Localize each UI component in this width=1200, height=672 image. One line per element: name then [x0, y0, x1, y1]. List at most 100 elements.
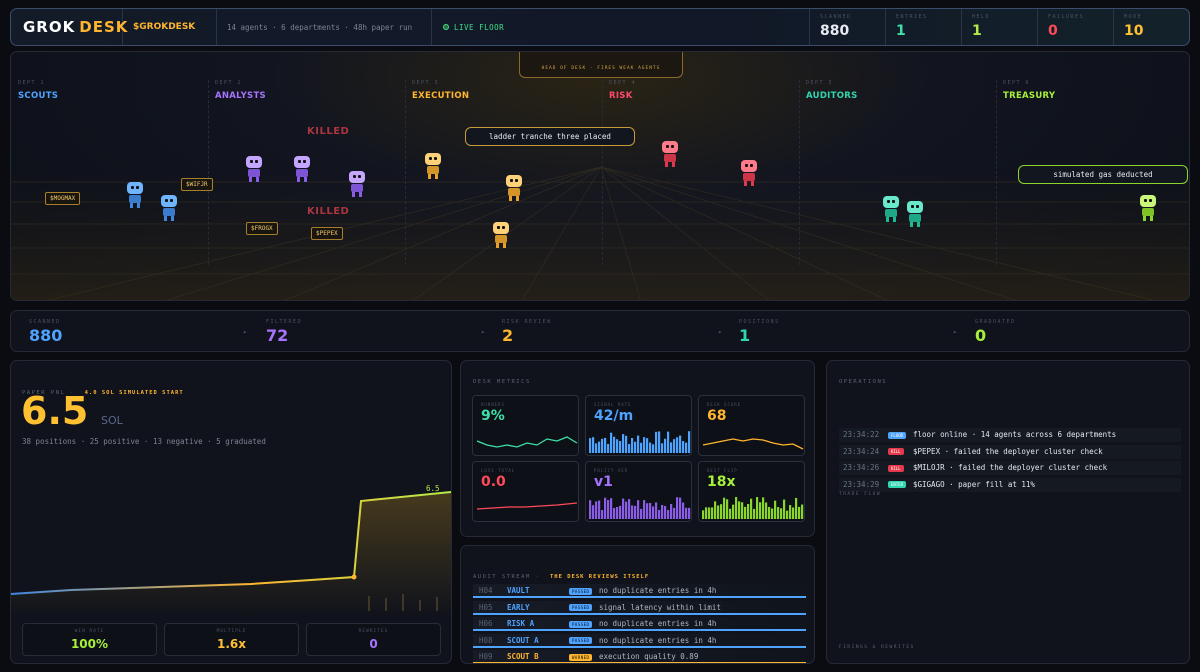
agent-analyst-3[interactable]: [347, 171, 367, 197]
sparkline-bar: [598, 441, 601, 453]
sparkline-bar: [664, 505, 667, 519]
operation-row[interactable]: 23:34:26 KILL $MILOJR · failed the deploye…: [839, 461, 1181, 475]
operation-row[interactable]: 23:34:29 ENTER $GIGAGO · paper fill at 11%: [839, 477, 1181, 492]
agent-risk-2[interactable]: [739, 160, 759, 186]
sparkline-bar: [729, 508, 732, 519]
live-status: LIVE FLOOR: [432, 9, 632, 45]
sparkline-bar: [768, 506, 771, 519]
stat-multiple: MULTIPLE 1.6x: [164, 623, 299, 656]
sparkline-bar: [750, 498, 753, 519]
brand-logo: GROK DESK: [11, 9, 127, 45]
audit-row[interactable]: H09 SCOUT B WARNED execution quality 0.89: [473, 650, 806, 663]
agent-risk-1[interactable]: [660, 141, 680, 167]
sparkline-bar: [732, 504, 735, 519]
sparkline-bar: [604, 437, 607, 453]
agent-scout-1[interactable]: [125, 182, 145, 208]
sparkline-bar: [664, 438, 667, 453]
sparkline-bar: [658, 431, 661, 453]
token-tag[interactable]: $MOGMAX: [45, 192, 81, 205]
agent-execution-2[interactable]: [504, 175, 524, 201]
sparkline-bar: [708, 507, 711, 519]
dept-treasury: DEPT 6 TREASURY: [1003, 80, 1056, 101]
pipeline-strip: SCANNED 880 ▸ FILTERED 72 ▸ RISK REVIEW 2 ▸…: [10, 310, 1190, 352]
stage-positions: POSITIONS 1: [739, 319, 780, 345]
sparkline-bar: [595, 501, 598, 519]
sparkline-bar: [652, 444, 655, 453]
audit-agent: EARLY: [507, 602, 530, 612]
audit-id: H05: [479, 602, 493, 612]
audit-text: execution quality 0.89: [599, 652, 699, 661]
dept-auditors: DEPT 5 AUDITORS: [806, 80, 858, 101]
sparkline-bar: [655, 431, 658, 453]
audit-text: no duplicate entries in 4h: [599, 619, 717, 628]
sparkline-bar: [643, 500, 646, 519]
agent-auditor-1[interactable]: [881, 196, 901, 222]
metric-desk-score: DESK SCORE 68: [698, 395, 805, 456]
sparkline-bar: [643, 437, 646, 453]
sparkline-bar: [738, 501, 741, 519]
sparkline-bar: [786, 510, 789, 519]
agent-auditor-2[interactable]: [905, 201, 925, 227]
audit-status-badge: PASSED: [569, 637, 593, 644]
audit-row[interactable]: H05 EARLY PASSED signal latency within limi…: [473, 600, 806, 615]
token-ticker: $GROKDESK: [133, 22, 196, 32]
token-tag[interactable]: $WIFJR: [181, 178, 213, 191]
sparkline-bar: [613, 508, 616, 519]
sparkline-bar: [625, 501, 628, 519]
audit-row[interactable]: H06 RISK A PASSED no duplicate entries in 4…: [473, 617, 806, 631]
trading-floor: HEAD OF DESK · FIRES WEAK AGENTS DEPT 1S…: [10, 51, 1190, 301]
audit-row[interactable]: H08 SCOUT A PASSED no duplicate entries in …: [473, 633, 806, 648]
sparkline-bar: [661, 504, 664, 519]
sparkline-bar: [747, 504, 750, 519]
sparkline-bar: [682, 502, 685, 519]
sparkline-bar: [667, 431, 670, 453]
operation-text: $MILOJR · failed the deployer cluster ch…: [913, 463, 1108, 472]
agent-execution-3[interactable]: [491, 222, 511, 248]
pnl-end-label: 6.5: [426, 484, 440, 493]
kpi-entries: ENTRIES 1: [885, 9, 961, 45]
audit-stream-panel: AUDIT STREAM · THE DESK REVIEWS ITSELF H…: [460, 545, 815, 664]
sparkline-bar: [670, 442, 673, 453]
agent-scout-2[interactable]: [159, 195, 179, 221]
sparkline-bar: [789, 505, 792, 519]
agent-execution-1[interactable]: [423, 153, 443, 179]
sparkline-bar: [685, 507, 688, 519]
agent-analyst-1[interactable]: [244, 156, 264, 182]
sparkline-bar: [616, 507, 619, 519]
pnl-unit: SOL: [100, 414, 123, 427]
audit-id: H04: [479, 586, 493, 595]
brand-name-accent: DESK: [79, 18, 129, 36]
sparkline-bar: [631, 505, 634, 519]
sparkline-bar: [607, 443, 610, 453]
agent-treasury-1[interactable]: [1138, 195, 1158, 221]
sparkline-bar: [667, 509, 670, 519]
sparkline-bar: [598, 500, 601, 519]
sparkline-bar: [649, 502, 652, 519]
agent-analyst-2[interactable]: [292, 156, 312, 182]
operation-row[interactable]: 23:34:24 KILL $PEPEX · failed the deployer…: [839, 444, 1181, 459]
sparkline-bar: [741, 502, 744, 519]
sparkline-bar: [616, 439, 619, 453]
arrow-right-icon: ▸: [481, 328, 486, 336]
sparkline-bar: [676, 437, 679, 453]
arrow-right-icon: ▸: [243, 328, 248, 336]
sparkline-bar: [705, 507, 708, 519]
pnl-value: 6.5: [21, 389, 89, 433]
sparkline-bar: [628, 443, 631, 453]
audit-row[interactable]: H04 VAULT PASSED no duplicate entries in 4h: [473, 584, 806, 598]
stage-scanned: SCANNED 880: [29, 319, 63, 345]
sparkline-bar: [774, 500, 777, 519]
sparkline-bar: [631, 438, 634, 453]
operations-title: OPERATIONS: [839, 379, 888, 385]
token-tag[interactable]: $PEPEX: [311, 227, 343, 240]
operation-time: 23:34:24: [843, 446, 880, 456]
audit-agent: RISK A: [507, 619, 535, 628]
operation-row[interactable]: 23:34:22 FLOOR floor online · 14 agents ac…: [839, 428, 1181, 442]
metric-signal-rate: SIGNAL RATE 42/m: [585, 395, 692, 456]
audit-id: H08: [479, 635, 493, 645]
pnl-equity-chart: [11, 491, 451, 616]
pnl-breakdown: 38 positions · 25 positive · 13 negative…: [22, 437, 266, 446]
sparkline-bar: [688, 431, 691, 453]
token-tag[interactable]: $FROGX: [246, 222, 278, 235]
operation-time: 23:34:29: [843, 479, 880, 489]
